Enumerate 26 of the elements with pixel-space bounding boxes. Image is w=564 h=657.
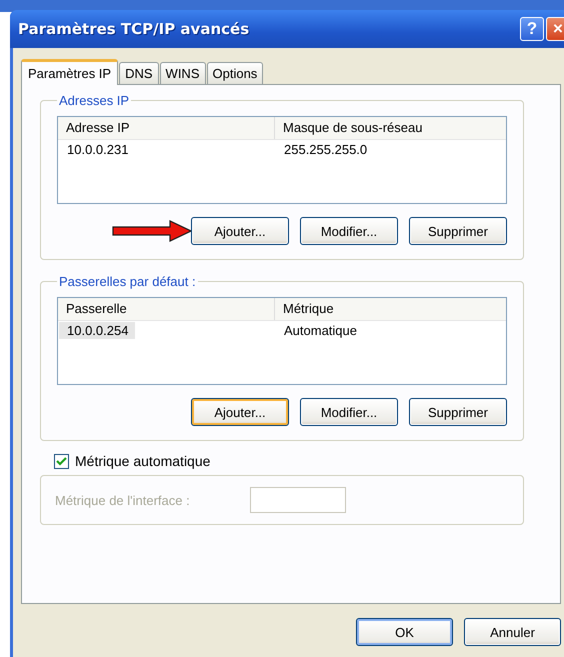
push-button[interactable]: Modifier... <box>300 398 398 426</box>
field-label: Métrique de l'interface : <box>55 492 190 508</box>
tab[interactable]: Paramètres IP <box>21 59 118 85</box>
column-header[interactable]: Adresse IP <box>58 117 275 139</box>
column-header[interactable]: Masque de sous-réseau <box>275 117 506 139</box>
push-button[interactable]: OK <box>356 618 453 646</box>
push-button[interactable]: Modifier... <box>300 217 398 245</box>
tab[interactable]: DNS <box>119 62 159 84</box>
push-button[interactable]: Ajouter... <box>191 217 289 245</box>
checkbox[interactable] <box>54 454 69 468</box>
push-button[interactable]: Supprimer <box>409 217 507 245</box>
push-button[interactable]: Annuler <box>464 618 561 646</box>
group-title: Passerelles par défaut : <box>58 274 197 289</box>
push-button[interactable]: Supprimer <box>409 398 507 426</box>
tab[interactable]: Options <box>206 62 264 84</box>
column-header[interactable]: Passerelle <box>58 298 275 320</box>
column-header[interactable]: Métrique <box>275 298 506 320</box>
tab[interactable]: WINS <box>160 62 206 84</box>
window-title: Paramètres TCP/IP avancés <box>18 20 250 38</box>
list-item[interactable]: 255.255.255.0 <box>284 141 374 158</box>
list-item[interactable]: 10.0.0.231 <box>59 141 136 158</box>
list-item[interactable]: 10.0.0.254 <box>59 322 136 339</box>
push-button[interactable]: Ajouter... <box>191 398 289 426</box>
checkbox-label: Métrique automatique <box>75 453 210 469</box>
list-item[interactable]: Automatique <box>284 322 364 339</box>
group-title: Adresses IP <box>58 93 130 108</box>
